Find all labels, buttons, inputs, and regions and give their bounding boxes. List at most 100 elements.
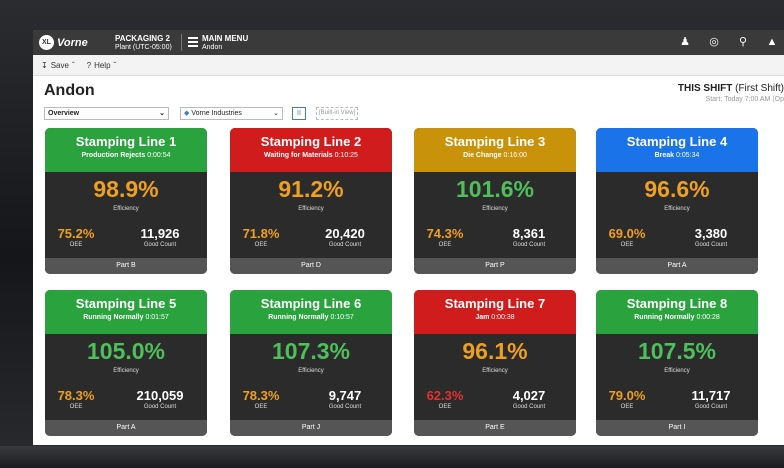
good-count-label: Good Count [512, 242, 546, 248]
oee-label: OEE [438, 242, 452, 248]
status-duration: 0:10:25 [334, 152, 358, 159]
vorne-logo[interactable]: XL Vorne [39, 35, 88, 50]
efficiency-label: Efficiency [113, 206, 139, 212]
andon-card[interactable]: Stamping Line 8 Running Normally 0:00:28 1… [596, 290, 758, 436]
part-label: Part P [414, 258, 576, 274]
oee-label: OEE [69, 242, 83, 248]
company-icon: ◆ [184, 110, 190, 117]
efficiency-value: 98.9% [93, 176, 159, 202]
line-name: Stamping Line 5 [75, 296, 177, 311]
shift-start-time: Start: Today 7:00 AM (Op [705, 96, 784, 103]
oee-value: 78.3% [242, 388, 280, 403]
line-status: Running Normally 0:00:28 [596, 314, 758, 321]
part-label: Part J [230, 420, 392, 436]
help-icon: ? [86, 60, 92, 70]
efficiency-label: Efficiency [298, 206, 324, 212]
efficiency-value: 91.2% [278, 176, 344, 202]
status-reason: Running Normally [634, 314, 695, 321]
good-count-value: 9,747 [328, 388, 362, 403]
andon-card[interactable]: Stamping Line 7 Jam 0:00:38 96.1% Efficienc… [414, 290, 576, 436]
main-menu-current: Andon [202, 44, 223, 51]
part-label: Part B [45, 258, 207, 274]
line-name: Stamping Line 3 [444, 134, 546, 149]
shift-name: (First Shift) [735, 83, 784, 94]
toolbar: ↧ Save ˇ ? Help ˇ [33, 55, 784, 76]
part-label: Part D [230, 258, 392, 274]
main-menu-button[interactable]: MAIN MENU Andon [202, 34, 248, 52]
line-status: Waiting for Materials 0:10:25 [230, 152, 392, 159]
efficiency-value: 107.3% [271, 338, 350, 364]
device-name: PACKAGING 2 [115, 34, 170, 43]
pause-button[interactable]: II [292, 107, 306, 120]
card-header: Stamping Line 2 Waiting for Materials 0:1… [230, 128, 392, 172]
status-reason: Running Normally [83, 314, 144, 321]
oee-label: OEE [254, 404, 268, 410]
search-icon[interactable]: ⚲ [737, 35, 749, 49]
line-name: Stamping Line 6 [260, 296, 362, 311]
efficiency-value: 105.0% [86, 338, 165, 364]
save-menu[interactable]: ↧ Save ˇ [41, 61, 75, 70]
status-duration: 0:10:57 [330, 314, 354, 321]
logo-text: Vorne [57, 36, 88, 49]
part-label: Part I [596, 420, 758, 436]
status-duration: 0:00:28 [696, 314, 720, 321]
globe-icon[interactable]: ◎ [708, 35, 720, 49]
chevron-down-icon: ˇ [71, 60, 75, 70]
view-select[interactable]: Overview ⌄ [44, 107, 169, 120]
good-count-value: 8,361 [512, 226, 546, 241]
good-count-value: 4,027 [512, 388, 546, 403]
andon-card[interactable]: Stamping Line 2 Waiting for Materials 0:1… [230, 128, 392, 274]
good-count-label: Good Count [143, 404, 177, 410]
oee-label: OEE [438, 404, 452, 410]
oee-label: OEE [69, 404, 83, 410]
help-menu[interactable]: ? Help ˇ [87, 61, 117, 70]
andon-card[interactable]: Stamping Line 3 Die Change 0:16:00 101.6% E… [414, 128, 576, 274]
oee-value: 78.3% [57, 388, 95, 403]
good-count-label: Good Count [328, 404, 362, 410]
andon-card[interactable]: Stamping Line 4 Break 0:05:34 96.6% Efficie… [596, 128, 758, 274]
part-label: Part A [596, 258, 758, 274]
xl-logo-badge: XL [39, 35, 54, 50]
top-icon-group: ♟ ◎ ⚲ ▲ [679, 35, 778, 49]
status-reason: Production Rejects [81, 152, 146, 159]
andon-card[interactable]: Stamping Line 1 Production Rejects 0:00:5… [45, 128, 207, 274]
efficiency-label: Efficiency [298, 368, 324, 374]
user-icon[interactable]: ♟ [679, 35, 691, 49]
andon-card[interactable]: Stamping Line 5 Running Normally 0:01:57 1… [45, 290, 207, 436]
good-count-value: 3,380 [694, 226, 728, 241]
save-icon: ↧ [41, 60, 48, 70]
andon-card[interactable]: Stamping Line 6 Running Normally 0:10:57 1… [230, 290, 392, 436]
company-select[interactable]: ◆ Vorne Industries ⌄ [180, 107, 283, 120]
good-count-label: Good Count [143, 242, 177, 248]
line-status: Production Rejects 0:00:54 [45, 152, 207, 159]
help-label: Help [94, 60, 111, 70]
hamburger-menu-icon[interactable] [188, 37, 198, 47]
good-count-label: Good Count [328, 242, 362, 248]
chevron-down-icon: ⌄ [159, 110, 165, 117]
good-count-value: 11,717 [691, 388, 731, 403]
andon-screen: XL Vorne PACKAGING 2 Plant (UTC-05:00) M… [33, 30, 784, 445]
line-status: Running Normally 0:10:57 [230, 314, 392, 321]
card-header: Stamping Line 1 Production Rejects 0:00:5… [45, 128, 207, 172]
oee-label: OEE [620, 242, 634, 248]
builtin-view-badge: [Built-in View] [316, 107, 359, 120]
status-duration: 0:05:34 [676, 152, 700, 159]
device-selector[interactable]: PACKAGING 2 Plant (UTC-05:00) [115, 34, 172, 52]
page-title: Andon [44, 82, 95, 99]
card-header: Stamping Line 8 Running Normally 0:00:28 [596, 290, 758, 334]
oee-value: 74.3% [426, 226, 464, 241]
line-status: Running Normally 0:01:57 [45, 314, 207, 321]
chevron-down-icon: ˇ [113, 60, 117, 70]
top-nav-bar: XL Vorne PACKAGING 2 Plant (UTC-05:00) M… [33, 30, 784, 55]
efficiency-label: Efficiency [482, 206, 508, 212]
line-status: Jam 0:00:38 [414, 314, 576, 321]
oee-value: 71.8% [242, 226, 280, 241]
notification-bell-icon[interactable]: ▲ [766, 35, 778, 49]
status-reason: Break [654, 152, 675, 159]
status-reason: Running Normally [268, 314, 329, 321]
oee-value: 69.0% [608, 226, 646, 241]
good-count-label: Good Count [694, 404, 728, 410]
line-name: Stamping Line 2 [260, 134, 362, 149]
good-count-label: Good Count [512, 404, 546, 410]
efficiency-value: 96.6% [644, 176, 710, 202]
